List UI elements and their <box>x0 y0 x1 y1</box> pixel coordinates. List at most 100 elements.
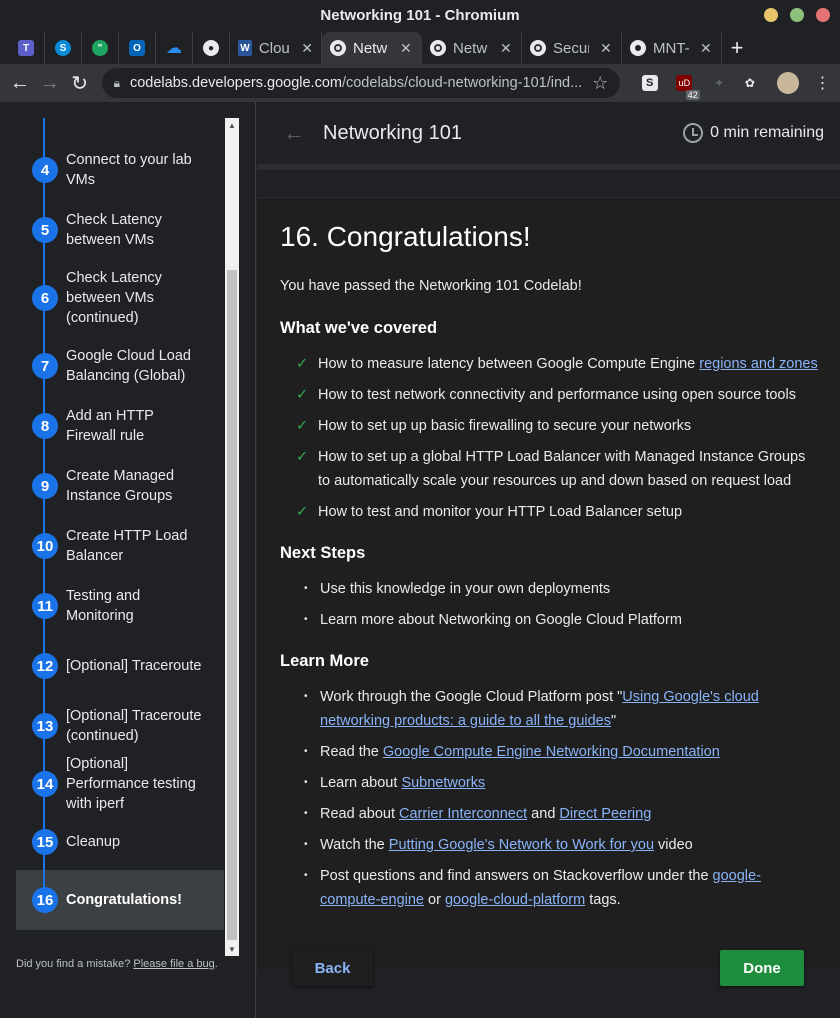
tab-label: Netw <box>353 39 388 57</box>
reload-button[interactable]: ↻ <box>68 69 92 97</box>
step-number: 5 <box>32 217 58 243</box>
tab-outlook[interactable]: O <box>119 32 156 64</box>
close-tab-icon[interactable]: ✕ <box>301 40 313 57</box>
step-label: Google Cloud Load Balancing (Global) <box>66 348 191 384</box>
step-number: 8 <box>32 413 58 439</box>
step-number: 7 <box>32 353 58 379</box>
subnetworks-link[interactable]: Subnetworks <box>401 775 485 791</box>
maximize-button[interactable] <box>790 8 804 22</box>
bullet-icon: • <box>304 839 308 850</box>
item-text: How to test network connectivity and per… <box>318 387 796 403</box>
close-tab-icon[interactable]: ✕ <box>600 40 612 57</box>
step-label: Check Latency between VMs (continued) <box>66 270 162 326</box>
mistake-text: Did you find a mistake? <box>16 958 131 970</box>
back-button[interactable]: Back <box>292 950 373 986</box>
url-path: /codelabs/cloud-networking-101/ind... <box>341 75 583 91</box>
scrollbar-thumb[interactable] <box>227 270 237 940</box>
back-nav-button[interactable]: ← <box>8 69 32 97</box>
step-item[interactable]: 8 Add an HTTP Firewall rule <box>16 396 224 456</box>
file-bug-link[interactable]: Please file a bug <box>133 958 214 970</box>
check-icon: ✓ <box>296 356 309 372</box>
address-bar[interactable]: 🔒︎ codelabs.developers.google.com/codela… <box>101 68 621 98</box>
header-divider <box>257 164 840 170</box>
list-item: • Watch the Putting Google's Network to … <box>280 833 820 857</box>
sidebar-scrollbar[interactable]: ▲ ▼ <box>225 118 239 956</box>
bookmark-star-icon[interactable]: ☆ <box>592 73 608 94</box>
tab-github[interactable]: ● <box>193 32 230 64</box>
step-item[interactable]: 12 [Optional] Traceroute <box>16 636 224 696</box>
clock-icon <box>683 123 704 143</box>
step-item[interactable]: 5 Check Latency between VMs <box>16 200 224 260</box>
new-tab-button[interactable]: + <box>722 32 752 64</box>
tab-chat[interactable]: " <box>82 32 119 64</box>
item-text: How to set up up basic firewalling to se… <box>318 418 692 434</box>
step-item[interactable]: 9 Create Managed Instance Groups <box>16 456 224 516</box>
lock-icon: 🔒︎ <box>113 75 120 90</box>
tab-onedrive[interactable]: ☁ <box>156 32 193 64</box>
globe-icon <box>430 40 446 56</box>
step-label: Testing and Monitoring <box>66 588 141 624</box>
step-number: 12 <box>32 653 58 679</box>
step-item[interactable]: 7 Google Cloud Load Balancing (Global) <box>16 336 224 396</box>
teams-icon: T <box>18 40 34 56</box>
browser-menu-icon[interactable]: ⋮ <box>813 72 832 94</box>
scroll-up-arrow-icon[interactable]: ▲ <box>225 118 239 132</box>
close-tab-icon[interactable]: ✕ <box>700 40 712 57</box>
ublock-icon[interactable]: uD 42 <box>675 72 700 100</box>
item-text: or <box>424 892 445 908</box>
close-tab-icon[interactable]: ✕ <box>400 40 412 57</box>
done-button[interactable]: Done <box>720 950 804 986</box>
step-item[interactable]: 6 Check Latency between VMs (continued) <box>16 260 224 336</box>
list-item: • Read the Google Compute Engine Network… <box>280 740 820 764</box>
direct-peering-link[interactable]: Direct Peering <box>559 806 651 822</box>
list-item: • Read about Carrier Interconnect and Di… <box>280 802 820 826</box>
network-video-link[interactable]: Putting Google's Network to Work for you <box>389 837 654 853</box>
extension-paw-icon[interactable]: ✿ <box>741 72 760 94</box>
profile-avatar[interactable] <box>777 72 800 94</box>
gce-networking-docs-link[interactable]: Google Compute Engine Networking Documen… <box>383 744 720 760</box>
regions-zones-link[interactable]: regions and zones <box>699 356 818 372</box>
step-item[interactable]: 15 Cleanup <box>16 822 224 862</box>
ext-badge: 42 <box>685 90 700 100</box>
forward-nav-button[interactable]: → <box>38 69 62 97</box>
back-arrow-icon[interactable]: ← <box>283 120 305 146</box>
tab-mnt[interactable]: MNT- ✕ <box>622 32 722 64</box>
tab-networking-active[interactable]: Netw ✕ <box>322 32 422 64</box>
step-number: 14 <box>32 771 58 797</box>
scroll-down-arrow-icon[interactable]: ▼ <box>225 942 239 956</box>
item-text: Post questions and find answers on Stack… <box>320 868 713 884</box>
step-number: 15 <box>32 829 58 855</box>
tab-skype[interactable]: S <box>45 32 82 64</box>
close-window-button[interactable] <box>816 8 830 22</box>
step-item[interactable]: 11 Testing and Monitoring <box>16 576 224 636</box>
list-item: ✓ How to test network connectivity and p… <box>280 383 820 407</box>
tab-networking-2[interactable]: Netw ✕ <box>422 32 522 64</box>
next-steps-list: • Use this knowledge in your own deployme… <box>280 577 820 632</box>
bullet-icon: • <box>304 746 308 757</box>
list-item: ✓ How to test and monitor your HTTP Load… <box>280 500 820 524</box>
gcp-tag-link[interactable]: google-cloud-platform <box>445 892 585 908</box>
step-item-current[interactable]: 16 Congratulations! <box>16 870 224 930</box>
tab-label: MNT- <box>653 39 689 57</box>
step-item[interactable]: 10 Create HTTP Load Balancer <box>16 516 224 576</box>
skype-icon: S <box>55 40 71 56</box>
word-icon: W <box>238 40 252 56</box>
list-item: • Learn about Subnetworks <box>280 771 820 795</box>
step-item[interactable]: 14 [Optional] Performance testing with i… <box>16 746 224 822</box>
bullet-icon: • <box>304 777 308 788</box>
minimize-button[interactable] <box>764 8 778 22</box>
close-tab-icon[interactable]: ✕ <box>500 40 512 57</box>
step-item[interactable]: 4 Connect to your lab VMs <box>16 140 224 200</box>
tab-teams[interactable]: T <box>8 32 45 64</box>
tab-cloud[interactable]: W Cloud ✕ <box>230 32 322 64</box>
extension-puzzle-icon[interactable]: ✦ <box>710 72 729 94</box>
tab-security[interactable]: Secur ✕ <box>522 32 622 64</box>
carrier-interconnect-link[interactable]: Carrier Interconnect <box>399 806 527 822</box>
bullet-icon: • <box>304 870 308 881</box>
bullet-icon: • <box>304 808 308 819</box>
bullet-icon: • <box>304 691 308 702</box>
learn-more-list: • Work through the Google Cloud Platform… <box>280 685 820 912</box>
extension-s-icon[interactable]: S <box>640 72 659 94</box>
intro-text: You have passed the Networking 101 Codel… <box>280 278 582 294</box>
covered-list: ✓ How to measure latency between Google … <box>280 352 820 524</box>
